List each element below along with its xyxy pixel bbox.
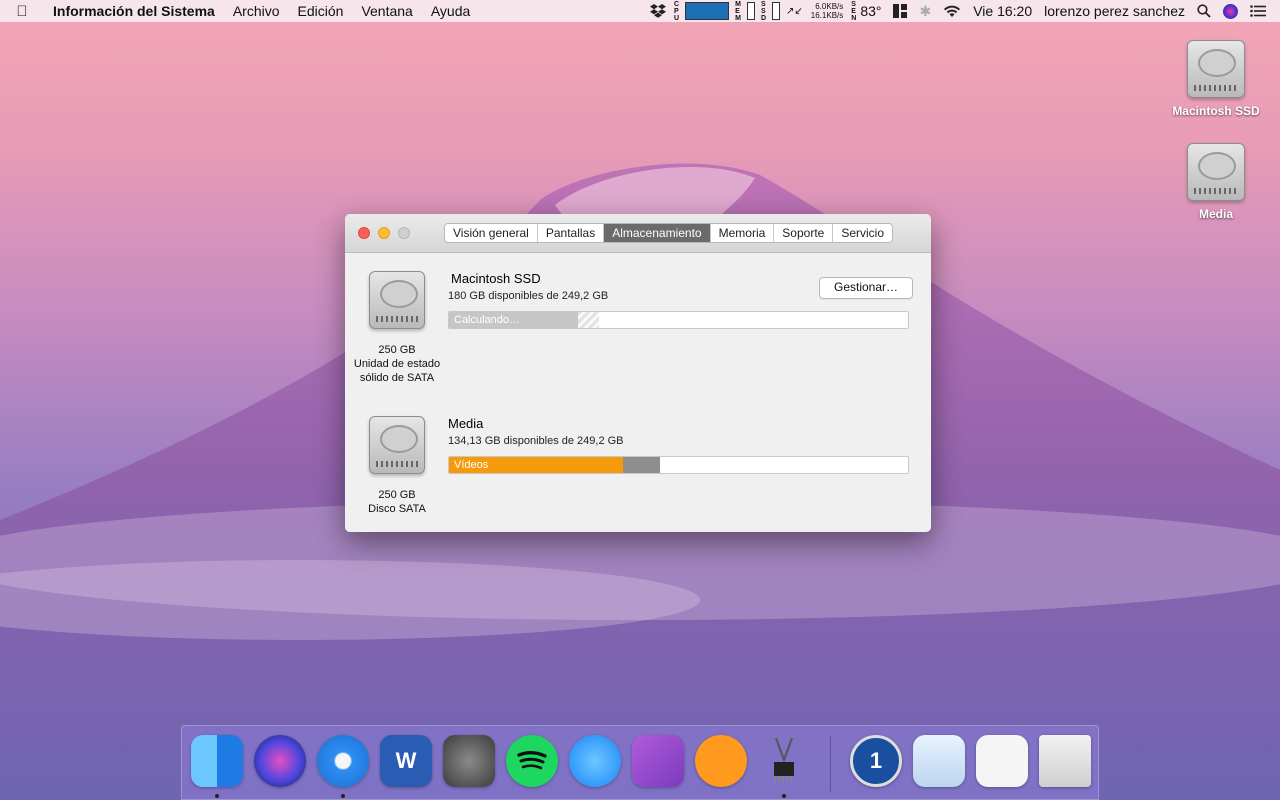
ibooks-icon[interactable] [695, 735, 747, 787]
menu-app-name[interactable]: Información del Sistema [44, 3, 224, 19]
sensor-label: SEN [851, 0, 857, 22]
hard-drive-icon [369, 271, 425, 329]
desktop-icon-label: Media [1198, 207, 1233, 221]
hard-drive-icon [1187, 143, 1245, 201]
disk-name: Macintosh SSD [451, 271, 541, 286]
menu-ventana[interactable]: Ventana [352, 3, 421, 19]
1password-icon[interactable]: 1 [850, 735, 902, 787]
dock-running-indicator [782, 794, 786, 798]
dropbox-icon[interactable] [644, 4, 672, 18]
window-titlebar[interactable]: Visión general Pantallas Almacenamiento … [345, 214, 931, 253]
disk-name: Media [448, 416, 484, 431]
mem-label: MEM [735, 0, 741, 22]
notification-center-icon[interactable] [1244, 5, 1280, 17]
system-preferences-icon[interactable] [443, 735, 495, 787]
close-window-button[interactable] [358, 227, 370, 239]
clock[interactable]: Vie 16:20 [967, 3, 1038, 19]
desktop-icon-media[interactable]: Media [1161, 143, 1271, 221]
storage-segment-pending [578, 312, 599, 328]
system-information-icon[interactable] [758, 735, 810, 787]
dock-running-indicator [341, 794, 345, 798]
ssd-label: SSD [760, 0, 767, 22]
siri-menu-icon[interactable] [1217, 3, 1244, 19]
siri-icon[interactable] [254, 735, 306, 787]
disk-type: Disco SATA [368, 503, 426, 515]
storage-bar: Calculando… [448, 311, 909, 329]
disk-available: 180 GB disponibles de 249,2 GB [448, 290, 609, 302]
minimize-window-button[interactable] [378, 227, 390, 239]
disk-meter-icon[interactable] [772, 2, 781, 20]
tab-vision-general[interactable]: Visión general [445, 224, 538, 242]
tab-servicio[interactable]: Servicio [833, 224, 892, 242]
temperature[interactable]: 83° [858, 3, 887, 19]
network-arrows-icon: ↗↙ [786, 5, 803, 17]
dock-separator [830, 736, 831, 792]
system-information-window: Visión general Pantallas Almacenamiento … [345, 214, 931, 532]
menu-bar:  Información del Sistema Archivo Edició… [0, 0, 1280, 22]
storage-segment-other[interactable] [623, 457, 660, 473]
downloads-stack-icon[interactable] [976, 735, 1028, 787]
omnifocus-icon[interactable] [632, 735, 684, 787]
disk-type: Unidad de estado sólido de SATA [353, 358, 441, 384]
spotlight-search-icon[interactable] [1191, 4, 1217, 18]
cpu-graph-icon[interactable] [685, 2, 730, 20]
disk-info: 250 GB Disco SATA [345, 416, 449, 516]
memory-meter-icon[interactable] [746, 2, 755, 20]
storage-bar: Vídeos [448, 456, 909, 474]
storage-segment-videos[interactable]: Vídeos [449, 457, 623, 473]
tab-bar: Visión general Pantallas Almacenamiento … [444, 223, 894, 243]
messages-icon[interactable] [569, 735, 621, 787]
disk-info: 250 GB Unidad de estado sólido de SATA [345, 271, 449, 385]
tab-almacenamiento[interactable]: Almacenamiento [604, 224, 711, 242]
manage-button[interactable]: Gestionar… [819, 277, 913, 299]
menu-archivo[interactable]: Archivo [224, 3, 289, 19]
dock: W1 [181, 725, 1099, 800]
disk-capacity: 250 GB [378, 489, 416, 501]
dock-running-indicator [215, 794, 219, 798]
tab-soporte[interactable]: Soporte [774, 224, 834, 242]
disk-available: 134,13 GB disponibles de 249,2 GB [448, 435, 624, 447]
trash-icon[interactable] [1039, 735, 1091, 787]
storage-segment-calculating: Calculando… [449, 312, 578, 328]
cpu-label: CPU [674, 0, 680, 22]
apple-menu-icon[interactable]:  [0, 3, 44, 20]
hard-drive-icon [1187, 40, 1245, 98]
menu-ayuda[interactable]: Ayuda [422, 3, 479, 19]
desktop-icon-label: Macintosh SSD [1172, 104, 1260, 118]
bluetooth-icon[interactable]: ✱ [913, 3, 937, 20]
disk-capacity: 250 GB [378, 344, 416, 356]
dock-icon-glyph: 1 [869, 748, 883, 773]
dock-icon-glyph: W [395, 748, 417, 773]
tab-memoria[interactable]: Memoria [711, 224, 775, 242]
storage-panel: 250 GB Unidad de estado sólido de SATA M… [345, 253, 931, 532]
tab-pantallas[interactable]: Pantallas [538, 224, 605, 242]
desktop-icon-macintosh-ssd[interactable]: Macintosh SSD [1161, 40, 1271, 118]
zoom-window-button[interactable] [398, 227, 410, 239]
spotify-icon[interactable] [506, 735, 558, 787]
word-icon[interactable]: W [380, 735, 432, 787]
hard-drive-icon [369, 416, 425, 474]
chip-probe [774, 737, 794, 782]
safari-icon[interactable] [317, 735, 369, 787]
menu-edicion[interactable]: Edición [289, 3, 353, 19]
window-manager-icon[interactable] [887, 4, 913, 18]
network-speed[interactable]: 6.0KB/s 16.1KB/s [805, 2, 849, 20]
applications-folder-icon[interactable] [913, 735, 965, 787]
wifi-icon[interactable] [937, 5, 967, 18]
finder-icon[interactable] [191, 735, 243, 787]
spotify-waves [517, 751, 547, 770]
user-name[interactable]: lorenzo perez sanchez [1038, 3, 1191, 19]
